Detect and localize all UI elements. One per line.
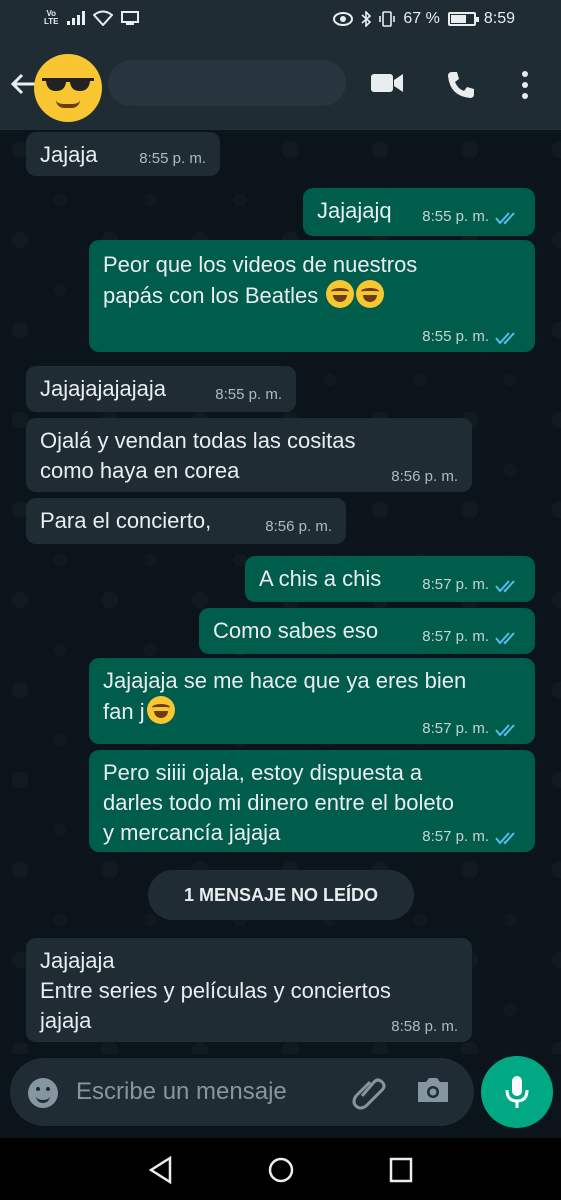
microphone-icon xyxy=(505,1076,529,1108)
message-time: 8:55 p. m. xyxy=(215,386,282,403)
avatar[interactable] xyxy=(34,54,102,122)
nav-recents-icon[interactable] xyxy=(388,1156,414,1184)
message-text-line: papás con los Beatles xyxy=(103,280,521,311)
message-text: Jajajajq xyxy=(317,198,392,223)
message-time: 8:56 p. m. xyxy=(265,518,332,535)
message-text-line: Jajajaja xyxy=(40,948,115,973)
message-outgoing[interactable]: Jajajajq 8:55 p. m. xyxy=(303,188,535,236)
more-vertical-icon[interactable] xyxy=(520,70,530,100)
message-incoming[interactable]: Ojalá y vendan todas las cositas como ha… xyxy=(26,418,472,492)
message-outgoing[interactable]: A chis a chis 8:57 p. m. xyxy=(245,556,535,602)
message-input-bar: Escribe un mensaje xyxy=(0,1054,561,1138)
chat-messages[interactable]: Jajaja 8:55 p. m. Jajajajq 8:55 p. m. Pe… xyxy=(0,130,561,1054)
message-text: Jajaja xyxy=(40,142,98,167)
message-placeholder[interactable]: Escribe un mensaje xyxy=(76,1078,287,1106)
system-nav-bar xyxy=(0,1138,561,1200)
message-time: 8:57 p. m. xyxy=(422,828,489,845)
message-input[interactable]: Escribe un mensaje xyxy=(10,1058,474,1126)
volte-bottom-label: LTE xyxy=(44,17,59,26)
message-text: A chis a chis xyxy=(259,566,382,591)
message-outgoing[interactable]: Pero siiii ojala, estoy dispuesta a darl… xyxy=(89,750,535,852)
read-ticks-icon xyxy=(495,580,515,593)
eye-icon xyxy=(333,12,354,26)
message-time: 8:55 p. m. xyxy=(422,328,489,345)
message-time: 8:58 p. m. xyxy=(391,1018,458,1035)
chat-header xyxy=(0,42,561,130)
wifi-icon xyxy=(92,10,113,26)
message-incoming[interactable]: Jajajajajajaja 8:55 p. m. xyxy=(26,366,296,412)
camera-icon[interactable] xyxy=(416,1076,450,1104)
message-time: 8:56 p. m. xyxy=(391,468,458,485)
message-incoming[interactable]: Jajaja 8:55 p. m. xyxy=(26,132,220,176)
nav-home-icon[interactable] xyxy=(267,1156,295,1184)
message-text-line-2: fan j xyxy=(103,699,145,724)
battery-percent: 67 % xyxy=(403,10,440,27)
emoji-icon[interactable] xyxy=(28,1078,58,1108)
contact-name[interactable] xyxy=(108,60,346,106)
rolling-laughing-emoji-icon xyxy=(356,280,385,308)
paperclip-icon[interactable] xyxy=(352,1074,386,1110)
video-call-icon[interactable] xyxy=(370,70,404,96)
message-text-line: Pero siiii ojala, estoy dispuesta a xyxy=(103,760,423,785)
message-text-line: Entre series y películas y conciertos xyxy=(40,978,391,1003)
read-ticks-icon xyxy=(495,332,515,345)
bluetooth-icon xyxy=(361,11,372,27)
screen-cast-icon xyxy=(120,11,139,25)
nav-back-icon[interactable] xyxy=(148,1156,174,1184)
read-ticks-icon xyxy=(495,212,515,225)
status-right: 67 % 8:59 xyxy=(333,10,515,28)
status-bar: Vo LTE 67 % 8:59 xyxy=(0,0,561,42)
unread-divider: 1 MENSAJE NO LEÍDO xyxy=(148,870,414,920)
message-outgoing[interactable]: Como sabes eso 8:57 p. m. xyxy=(199,608,535,654)
vibrate-icon xyxy=(379,11,396,27)
message-incoming[interactable]: Jajajaja Entre series y películas y conc… xyxy=(26,938,472,1042)
signal-icon xyxy=(66,11,85,25)
message-text-line: darles todo mi dinero entre el boleto xyxy=(103,790,454,815)
message-time: 8:57 p. m. xyxy=(422,628,489,645)
sunglasses-icon xyxy=(42,78,94,91)
smile-mouth xyxy=(56,100,80,108)
message-text-line-2: papás con los Beatles xyxy=(103,283,319,308)
message-time: 8:55 p. m. xyxy=(139,150,206,167)
message-outgoing[interactable]: Peor que los videos de nuestros papás co… xyxy=(89,240,535,352)
status-left: Vo LTE xyxy=(44,10,139,26)
microphone-button[interactable] xyxy=(481,1056,553,1128)
rolling-laughing-emoji-icon xyxy=(326,280,355,308)
message-text-line: Ojalá y vendan todas las cositas xyxy=(40,428,356,453)
rolling-laughing-emoji-icon xyxy=(146,696,175,724)
message-time: 8:55 p. m. xyxy=(422,208,489,225)
read-ticks-icon xyxy=(495,632,515,645)
message-incoming[interactable]: Para el concierto, 8:56 p. m. xyxy=(26,498,346,544)
phone-icon[interactable] xyxy=(446,70,476,100)
read-ticks-icon xyxy=(495,832,515,845)
message-time: 8:57 p. m. xyxy=(422,576,489,593)
clock: 8:59 xyxy=(483,10,515,27)
volte-icon: Vo LTE xyxy=(44,10,59,26)
message-outgoing[interactable]: Jajajaja se me hace que ya eres bien fan… xyxy=(89,658,535,744)
message-time: 8:57 p. m. xyxy=(422,720,489,737)
message-text-line: Jajajaja se me hace que ya eres bien xyxy=(103,668,467,693)
battery-icon xyxy=(447,12,479,26)
message-text: Como sabes eso xyxy=(213,618,379,643)
message-text: Para el concierto, xyxy=(40,508,212,533)
read-ticks-icon xyxy=(495,724,515,737)
message-text-line: Peor que los videos de nuestros xyxy=(103,252,418,277)
message-text: Jajajajajajaja xyxy=(40,376,166,401)
